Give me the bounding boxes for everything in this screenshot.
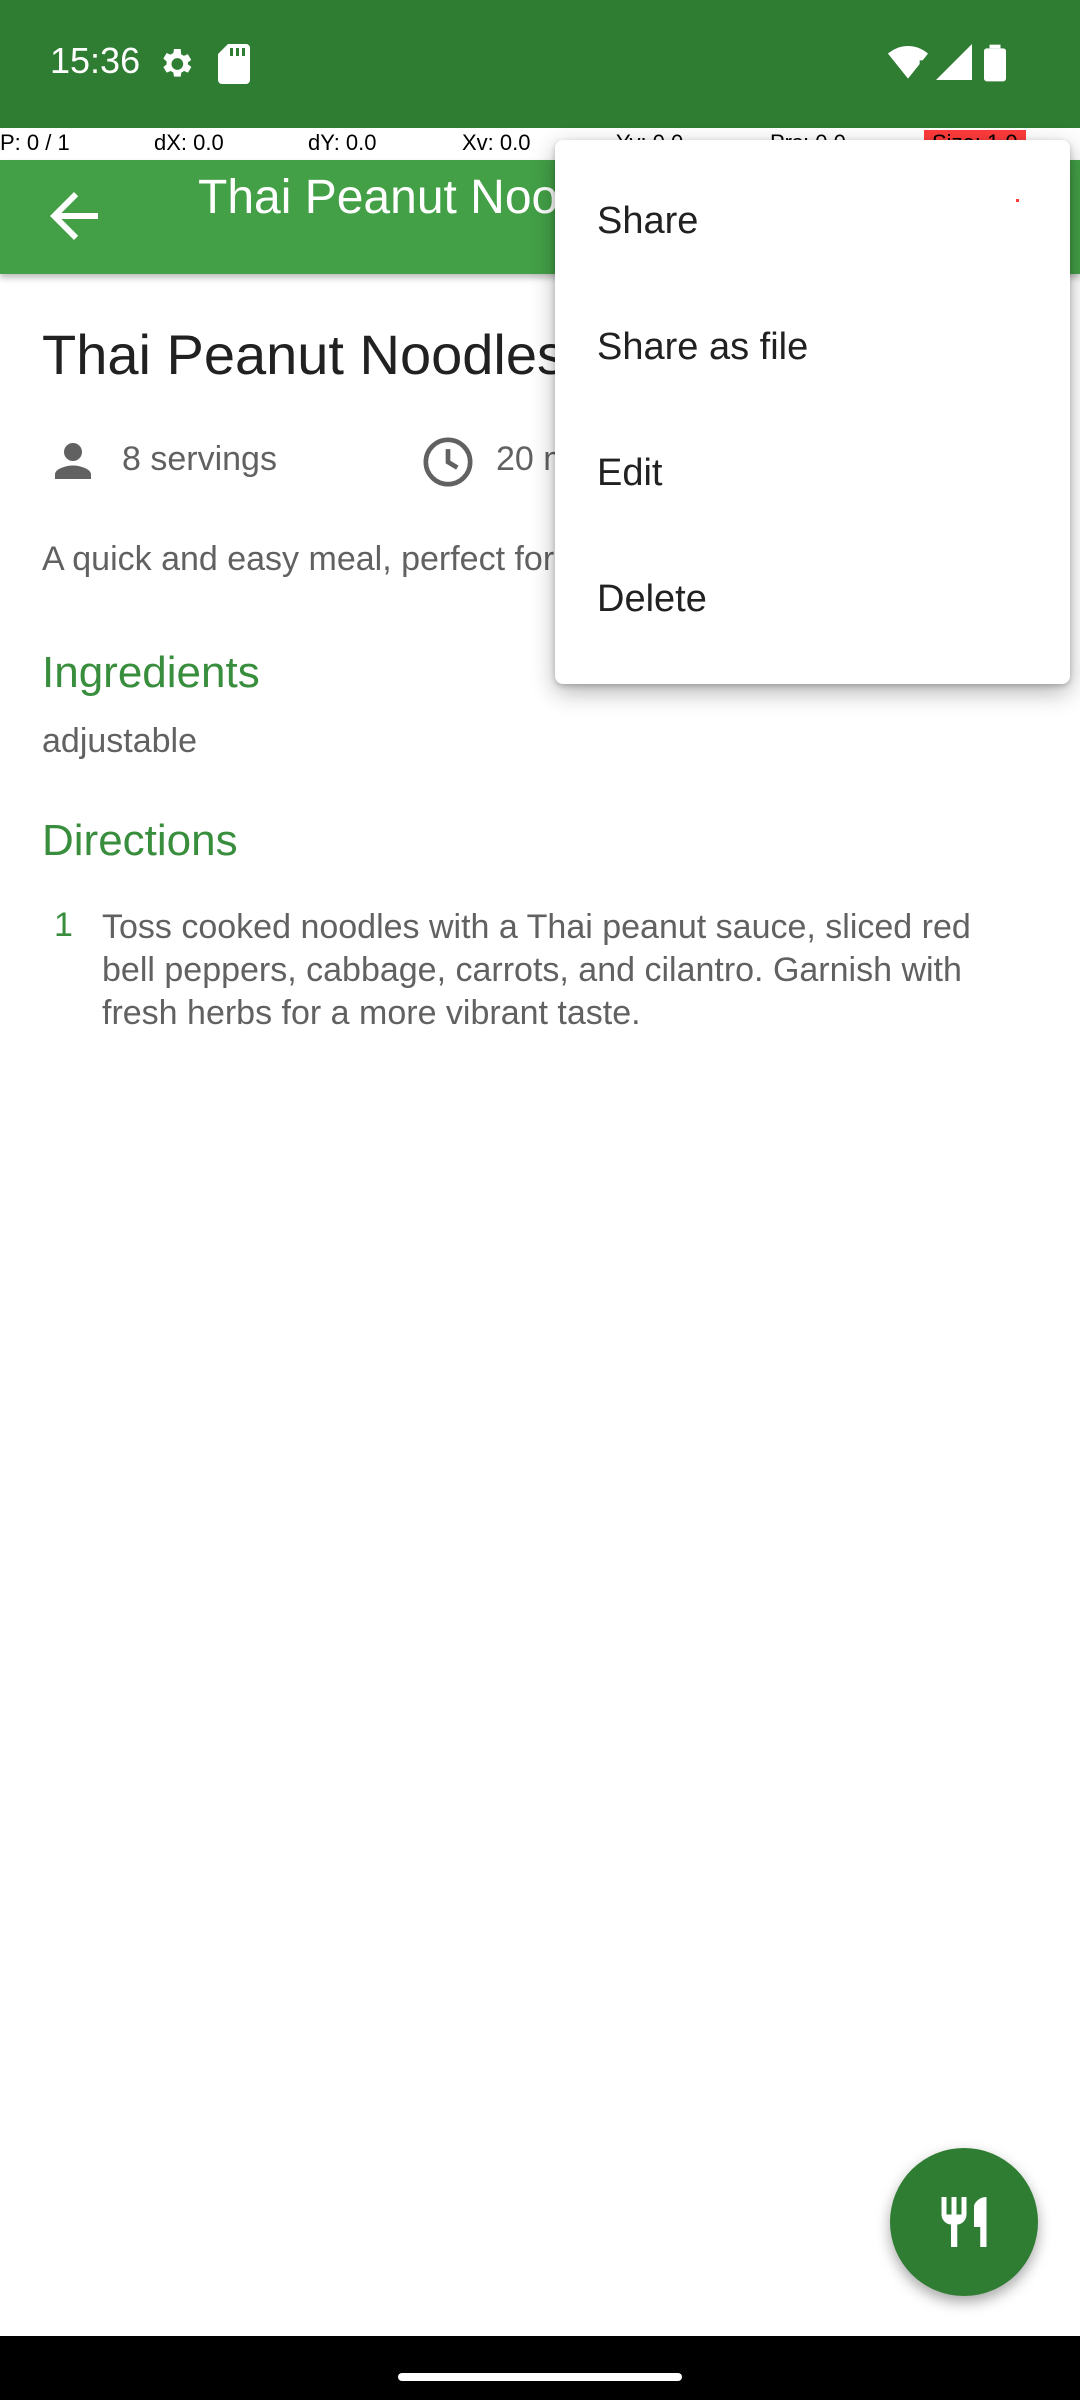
directions-heading: Directions [42,816,238,865]
pointer-dx: dX: 0.0 [154,130,224,155]
pointer-xv: Xv: 0.0 [462,130,531,155]
menu-item-label: Edit [597,452,663,494]
ingredients-heading: Ingredients [42,648,260,697]
step-text: Toss cooked noodles with a Thai peanut s… [102,908,971,1032]
clock-icon [420,434,476,499]
sd-card-icon [218,44,250,89]
menu-item-share-as-file[interactable]: Share as file [555,286,1070,412]
pointer-count: P: 0 / 1 [0,130,70,155]
cell-signal-icon [936,44,972,85]
wifi-icon [888,44,928,85]
person-icon [46,434,100,497]
menu-item-label: Share as file [597,326,809,368]
back-button[interactable] [38,180,110,252]
touch-indicator-dot [1016,199,1019,202]
cook-mode-fab[interactable] [890,2148,1038,2296]
settings-icon [156,44,196,89]
arrow-back-icon [50,192,98,240]
restaurant-icon [941,2197,987,2247]
step-number: 1 [54,906,73,944]
status-time: 15:36 [50,40,141,81]
battery-icon [984,44,1006,87]
navigation-bar [0,2336,1080,2400]
servings-text: 8 servings [122,440,277,478]
menu-item-edit[interactable]: Edit [555,412,1070,538]
menu-item-delete[interactable]: Delete [555,538,1070,664]
home-gesture-handle[interactable] [398,2373,682,2381]
ingredients-text: adjustable [42,722,198,760]
recipe-title: Thai Peanut Noodles [42,323,566,386]
menu-item-share[interactable]: Share [555,160,1070,286]
status-bar: 15:36 [0,0,1080,128]
overflow-menu: Share Share as file Edit Delete [555,140,1070,684]
menu-item-label: Share [597,200,699,242]
menu-item-label: Delete [597,578,707,620]
servings-row: 8 servings [46,430,386,494]
pointer-dy: dY: 0.0 [308,130,377,155]
